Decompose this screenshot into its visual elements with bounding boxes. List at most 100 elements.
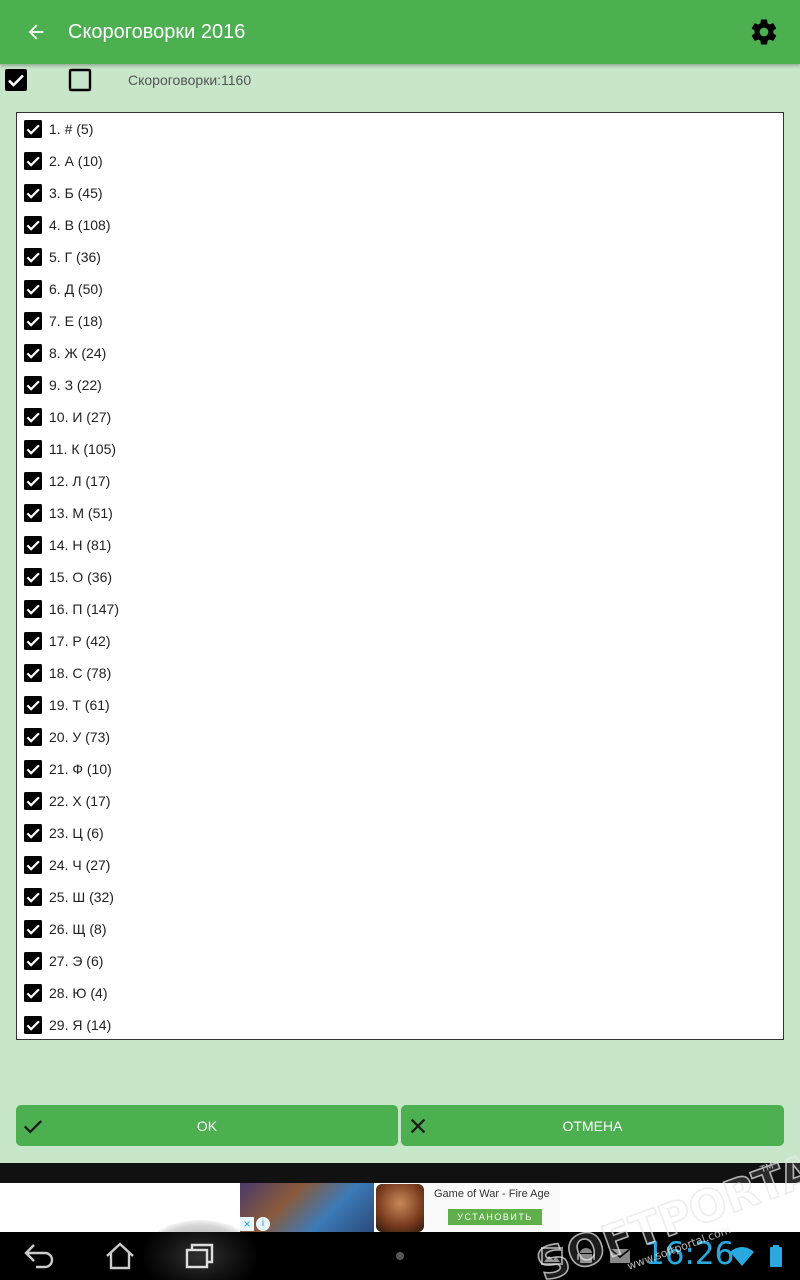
list-item[interactable]: 12. Л (17) <box>17 465 783 497</box>
checked-checkbox[interactable] <box>24 696 42 714</box>
list-item[interactable]: 9. З (22) <box>17 369 783 401</box>
checked-checkbox[interactable] <box>24 152 42 170</box>
list-item[interactable]: 4. В (108) <box>17 209 783 241</box>
list-item[interactable]: 13. М (51) <box>17 497 783 529</box>
checked-checkbox[interactable] <box>24 888 42 906</box>
checked-checkbox[interactable] <box>24 280 42 298</box>
mail-icon <box>609 1248 631 1263</box>
checked-checkbox[interactable] <box>24 664 42 682</box>
list-item-label: 6. Д (50) <box>49 281 103 297</box>
list-item-label: 17. Р (42) <box>49 633 111 649</box>
list-item-label: 14. Н (81) <box>49 537 112 553</box>
selection-toolbar: Скороговорки:1160 <box>0 64 800 110</box>
list-item[interactable]: 22. Х (17) <box>17 785 783 817</box>
checked-checkbox[interactable] <box>24 984 42 1002</box>
list-item-label: 9. З (22) <box>49 377 102 393</box>
checked-checkbox[interactable] <box>24 120 42 138</box>
checked-checkbox[interactable] <box>24 248 42 266</box>
home-icon <box>106 1242 134 1270</box>
gallery-icon <box>541 1247 563 1265</box>
list-item-label: 27. Э (6) <box>49 953 104 969</box>
checked-checkbox[interactable] <box>24 472 42 490</box>
checked-checkbox[interactable] <box>24 856 42 874</box>
checked-checkbox[interactable] <box>24 440 42 458</box>
ad-info-icon[interactable]: i <box>256 1217 270 1231</box>
list-item[interactable]: 21. Ф (10) <box>17 753 783 785</box>
checked-checkbox[interactable] <box>24 536 42 554</box>
list-item-label: 25. Ш (32) <box>49 889 114 905</box>
list-item[interactable]: 19. Т (61) <box>17 689 783 721</box>
checked-checkbox[interactable] <box>24 792 42 810</box>
checked-checkbox[interactable] <box>24 952 42 970</box>
list-item-label: 13. М (51) <box>49 505 113 521</box>
checked-checkbox[interactable] <box>24 184 42 202</box>
list-item-label: 23. Ц (6) <box>49 825 104 841</box>
checked-checkbox[interactable] <box>24 376 42 394</box>
checked-checkbox[interactable] <box>24 760 42 778</box>
ad-title: Game of War - Fire Age <box>434 1188 550 1200</box>
list-item[interactable]: 29. Я (14) <box>17 1009 783 1039</box>
ad-close-icon[interactable]: × <box>240 1217 254 1231</box>
arrow-left-icon <box>28 24 44 40</box>
ad-install-button[interactable]: УСТАНОВИТЬ <box>448 1209 542 1225</box>
list-item[interactable]: 1. # (5) <box>17 113 783 145</box>
list-item-label: 4. В (108) <box>49 217 111 233</box>
deselect-all-checkbox[interactable] <box>68 68 92 92</box>
settings-button[interactable] <box>746 14 782 50</box>
list-item[interactable]: 14. Н (81) <box>17 529 783 561</box>
list-item-label: 22. Х (17) <box>49 793 111 809</box>
list-item-label: 29. Я (14) <box>49 1017 112 1033</box>
app-bar: Скороговорки 2016 <box>0 0 800 64</box>
checked-checkbox[interactable] <box>24 408 42 426</box>
list-item[interactable]: 23. Ц (6) <box>17 817 783 849</box>
select-all-checkbox[interactable] <box>4 68 28 92</box>
list-item[interactable]: 2. А (10) <box>17 145 783 177</box>
cancel-button[interactable]: ОТМЕНА <box>401 1105 784 1146</box>
back-arrow-icon <box>24 1244 54 1269</box>
list-item[interactable]: 6. Д (50) <box>17 273 783 305</box>
list-item[interactable]: 25. Ш (32) <box>17 881 783 913</box>
list-item-label: 2. А (10) <box>49 153 103 169</box>
checked-checkbox[interactable] <box>24 504 42 522</box>
nav-home-button[interactable] <box>103 1240 137 1272</box>
checked-checkbox[interactable] <box>24 568 42 586</box>
ad-banner[interactable]: Game of War - Fire Age УСТАНОВИТЬ × i <box>240 1183 560 1232</box>
list-item-label: 15. О (36) <box>49 569 113 585</box>
checked-checkbox[interactable] <box>24 1016 42 1034</box>
list-item[interactable]: 24. Ч (27) <box>17 849 783 881</box>
checked-checkbox[interactable] <box>24 600 42 618</box>
checked-checkbox[interactable] <box>24 344 42 362</box>
list-item[interactable]: 15. О (36) <box>17 561 783 593</box>
list-item-label: 5. Г (36) <box>49 249 101 265</box>
list-item-label: 26. Щ (8) <box>49 921 107 937</box>
list-item-label: 16. П (147) <box>49 601 119 617</box>
list-item[interactable]: 16. П (147) <box>17 593 783 625</box>
list-item[interactable]: 26. Щ (8) <box>17 913 783 945</box>
checked-checkbox[interactable] <box>24 312 42 330</box>
ok-button[interactable]: OK <box>16 1105 398 1146</box>
list-item[interactable]: 3. Б (45) <box>17 177 783 209</box>
checked-checkbox[interactable] <box>24 824 42 842</box>
list-item[interactable]: 28. Ю (4) <box>17 977 783 1009</box>
checked-checkbox[interactable] <box>24 632 42 650</box>
list-item[interactable]: 8. Ж (24) <box>17 337 783 369</box>
list-item[interactable]: 27. Э (6) <box>17 945 783 977</box>
checked-checkbox[interactable] <box>24 216 42 234</box>
list-item[interactable]: 17. Р (42) <box>17 625 783 657</box>
list-item[interactable]: 20. У (73) <box>17 721 783 753</box>
list-item-label: 18. С (78) <box>49 665 112 681</box>
list-item[interactable]: 18. С (78) <box>17 657 783 689</box>
status-clock: 16:26 <box>645 1236 735 1272</box>
count-label: Скороговорки:1160 <box>128 72 252 88</box>
app-title: Скороговорки 2016 <box>68 20 246 43</box>
checked-checkbox[interactable] <box>24 920 42 938</box>
list-item-label: 28. Ю (4) <box>49 985 108 1001</box>
nav-recent-button[interactable] <box>183 1240 217 1272</box>
nav-back-button[interactable] <box>22 1240 56 1272</box>
list-item[interactable]: 10. И (27) <box>17 401 783 433</box>
list-item[interactable]: 11. К (105) <box>17 433 783 465</box>
list-item[interactable]: 5. Г (36) <box>17 241 783 273</box>
checked-checkbox[interactable] <box>24 728 42 746</box>
back-button[interactable] <box>0 0 72 64</box>
list-item[interactable]: 7. Е (18) <box>17 305 783 337</box>
